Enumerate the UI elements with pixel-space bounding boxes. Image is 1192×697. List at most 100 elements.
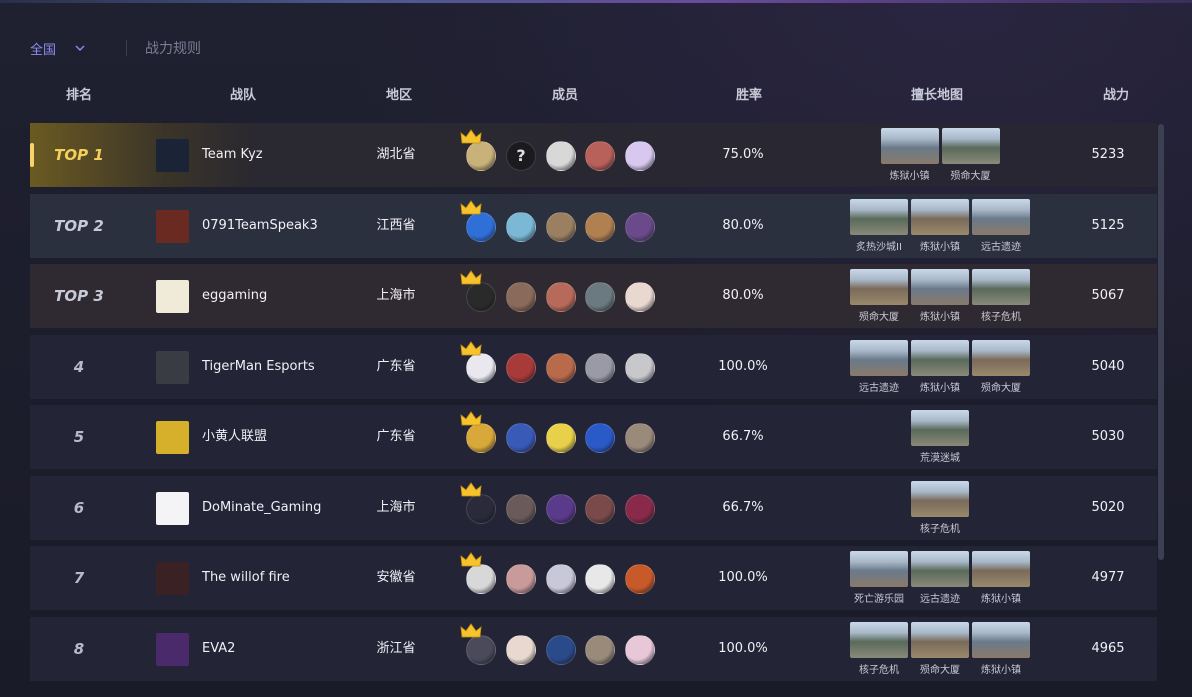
member-avatar[interactable] <box>546 212 576 242</box>
scrollbar[interactable] <box>1158 124 1164 560</box>
divider <box>126 40 128 56</box>
header-region: 地区 <box>385 88 413 103</box>
member-avatar[interactable] <box>506 282 536 312</box>
member-avatar[interactable] <box>585 494 615 524</box>
table-row[interactable]: TOP 3 eggaming 上海市 80.0% 殒命大厦 炼狱小镇 核子危机 5067 <box>30 264 1157 328</box>
captain-avatar[interactable] <box>466 423 496 453</box>
map-label: 远古遗迹 <box>981 242 1021 253</box>
crown-icon <box>460 623 482 638</box>
captain-avatar[interactable] <box>466 564 496 594</box>
map-label: 核子危机 <box>981 312 1021 323</box>
map-thumbnail <box>972 551 1030 587</box>
map-item: 远古遗迹 <box>850 340 908 394</box>
table-row[interactable]: 8 EVA2 浙江省 100.0% 核子危机 殒命大厦 炼狱小镇 4965 <box>30 617 1157 681</box>
member-avatar[interactable] <box>585 353 615 383</box>
member-avatar[interactable] <box>625 423 655 453</box>
crown-icon <box>460 411 482 426</box>
region-cell: 广东省 <box>376 359 416 374</box>
table-row[interactable]: 6 DoMinate_Gaming 上海市 66.7% 核子危机 5020 <box>30 476 1157 540</box>
member-avatar[interactable] <box>546 635 576 665</box>
team-name[interactable]: TigerMan Esports <box>202 335 315 399</box>
team-name[interactable]: The willof fire <box>202 546 290 610</box>
captain-avatar[interactable] <box>466 494 496 524</box>
map-thumbnail <box>911 199 969 235</box>
team-name[interactable]: Team Kyz <box>202 123 263 187</box>
team-name[interactable]: DoMinate_Gaming <box>202 476 321 540</box>
map-thumbnail <box>972 340 1030 376</box>
map-item: 炼狱小镇 <box>911 269 969 323</box>
member-avatar[interactable] <box>625 141 655 171</box>
map-thumbnail <box>911 551 969 587</box>
member-avatar[interactable] <box>585 141 615 171</box>
team-logo <box>156 139 189 172</box>
table-row[interactable]: 7 The willof fire 安徽省 100.0% 死亡游乐园 远古遗迹 炼狱小镇 49… <box>30 546 1157 610</box>
favorite-maps: 远古遗迹 炼狱小镇 殒命大厦 <box>850 340 1030 396</box>
members-list <box>460 552 666 596</box>
map-label: 远古遗迹 <box>920 594 960 605</box>
map-label: 远古遗迹 <box>859 383 899 394</box>
captain-avatar[interactable] <box>466 212 496 242</box>
map-label: 殒命大厦 <box>950 171 991 182</box>
map-label: 核子危机 <box>920 524 960 535</box>
power-cell: 5233 <box>1091 147 1125 162</box>
captain-avatar[interactable] <box>466 353 496 383</box>
member-avatar[interactable]: ? <box>506 141 536 171</box>
map-thumbnail <box>911 269 969 305</box>
rank-cell: 4 <box>73 358 85 376</box>
map-item: 殒命大厦 <box>941 128 1000 182</box>
table-row[interactable]: 5 小黄人联盟 广东省 66.7% 荒漠迷城 5030 <box>30 405 1157 469</box>
team-name[interactable]: 0791TeamSpeak3 <box>202 194 318 258</box>
member-avatar[interactable] <box>546 353 576 383</box>
map-label: 殒命大厦 <box>920 665 960 676</box>
member-avatar[interactable] <box>585 564 615 594</box>
member-avatar[interactable] <box>625 635 655 665</box>
crown-icon <box>460 129 482 144</box>
member-avatar[interactable] <box>506 423 536 453</box>
crown-icon <box>460 552 482 567</box>
team-name[interactable]: EVA2 <box>202 617 235 681</box>
power-rules-link[interactable]: 战力规则 <box>145 38 201 58</box>
member-avatar[interactable] <box>585 423 615 453</box>
favorite-maps: 炙热沙城II 炼狱小镇 远古遗迹 <box>850 199 1030 255</box>
member-avatar[interactable] <box>506 494 536 524</box>
members-list <box>460 270 666 314</box>
member-avatar[interactable] <box>506 212 536 242</box>
table-row[interactable]: TOP 1 Team Kyz 湖北省? 75.0% 炼狱小镇 殒命大厦 5233 <box>30 123 1157 187</box>
captain-avatar[interactable] <box>466 141 496 171</box>
member-avatar[interactable] <box>546 423 576 453</box>
member-avatar[interactable] <box>625 353 655 383</box>
member-avatar[interactable] <box>625 494 655 524</box>
table-row[interactable]: TOP 2 0791TeamSpeak3 江西省 80.0% 炙热沙城II 炼狱小镇 远古遗… <box>30 194 1157 258</box>
member-avatar[interactable] <box>546 141 576 171</box>
map-label: 殒命大厦 <box>859 312 899 323</box>
captain-avatar[interactable] <box>466 282 496 312</box>
team-name[interactable]: eggaming <box>202 264 267 328</box>
team-logo <box>156 633 189 666</box>
member-avatar[interactable] <box>546 494 576 524</box>
table-row[interactable]: 4 TigerMan Esports 广东省 100.0% 远古遗迹 炼狱小镇 殒命大厦 50… <box>30 335 1157 399</box>
member-avatar[interactable] <box>546 282 576 312</box>
rank-cell: TOP 1 <box>54 146 104 164</box>
map-thumbnail <box>880 128 939 164</box>
map-thumbnail <box>911 340 969 376</box>
member-avatar[interactable] <box>506 564 536 594</box>
favorite-maps: 炼狱小镇 殒命大厦 <box>880 128 1000 184</box>
member-avatar[interactable] <box>625 564 655 594</box>
member-avatar[interactable] <box>625 282 655 312</box>
member-avatar[interactable] <box>546 564 576 594</box>
map-item: 炼狱小镇 <box>972 551 1030 605</box>
member-avatar[interactable] <box>506 353 536 383</box>
member-avatar[interactable] <box>585 635 615 665</box>
team-logo <box>156 280 189 313</box>
member-avatar[interactable] <box>585 282 615 312</box>
member-avatar[interactable] <box>585 212 615 242</box>
member-avatar[interactable] <box>625 212 655 242</box>
map-thumbnail <box>972 622 1030 658</box>
member-avatar[interactable] <box>506 635 536 665</box>
power-cell: 4977 <box>1091 570 1125 585</box>
map-thumbnail <box>850 199 908 235</box>
region-dropdown-value: 全国 <box>30 42 57 58</box>
captain-avatar[interactable] <box>466 635 496 665</box>
team-name[interactable]: 小黄人联盟 <box>202 405 267 469</box>
region-dropdown[interactable]: 全国 <box>30 39 86 58</box>
